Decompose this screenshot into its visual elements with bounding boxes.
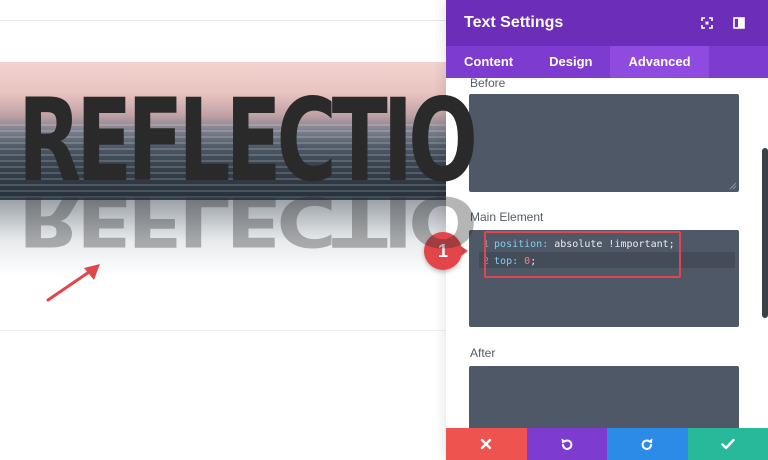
settings-panel: Text Settings Content Design Advanced Be… [446,0,768,460]
tab-design[interactable]: Design [531,46,610,78]
tab-advanced[interactable]: Advanced [610,46,709,78]
redo-icon [641,438,653,450]
before-label: Before [470,78,506,90]
check-icon [721,438,735,450]
main-element-label: Main Element [470,210,544,224]
undo-icon [561,438,573,450]
section-divider [0,20,446,21]
panel-scrollbar[interactable] [762,148,768,318]
panel-header: Text Settings [446,0,768,46]
panel-tabs: Content Design Advanced [446,46,768,78]
code-highlight-box [484,231,681,278]
expand-icon[interactable] [696,12,718,34]
resize-grip-icon[interactable] [729,182,737,190]
panel-footer [446,428,768,460]
after-label: After [470,346,496,360]
close-icon [481,438,492,450]
before-css-input[interactable] [469,94,739,192]
after-css-input[interactable] [469,366,739,428]
undo-button[interactable] [526,428,607,460]
annotation-arrow-icon [46,264,100,302]
sidebar-toggle-icon[interactable] [728,12,750,34]
panel-title: Text Settings [464,14,564,31]
cancel-button[interactable] [446,428,527,460]
save-button[interactable] [687,428,768,460]
section-divider-bottom [0,330,446,331]
redo-button[interactable] [607,428,688,460]
reflection-heading[interactable]: REFLECTIO [18,80,478,202]
builder-stage: REFLECTIO REFLECTIO Text Settings Conten… [0,0,768,460]
